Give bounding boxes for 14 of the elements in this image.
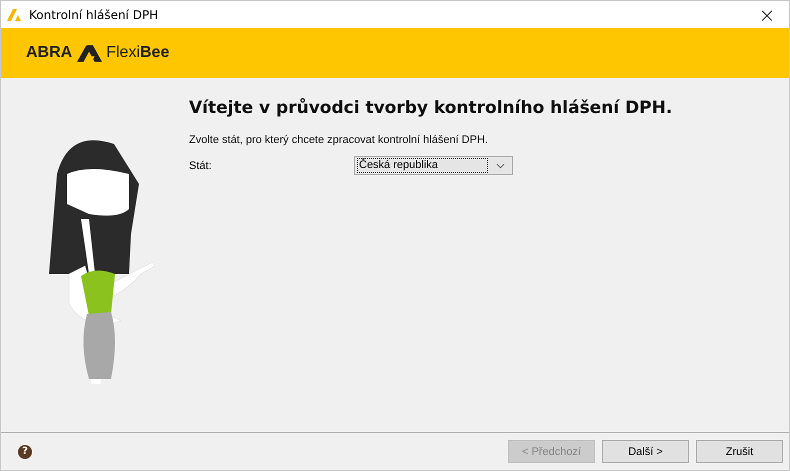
wizard-button[interactable]: Další > xyxy=(602,440,689,463)
country-dropdown[interactable]: Česká republika xyxy=(354,156,513,175)
chevron-down-icon xyxy=(496,162,505,168)
help-icon[interactable]: ? xyxy=(18,444,32,458)
wizard-heading: Vítejte v průvodci tvorby kontrolního hlášení DPH. xyxy=(189,98,672,118)
app-logo-icon xyxy=(7,8,23,20)
window-title: Kontrolní hlášení DPH xyxy=(29,8,160,22)
instruction-text: Zvolte stát, pro který chcete zpracovat kontrolní hlášení DPH. xyxy=(189,134,489,146)
brand-logo-text: ABRA xyxy=(26,44,72,62)
wizard-button[interactable]: Zrušit xyxy=(696,440,783,463)
field-label: Stát: xyxy=(189,160,213,172)
product-logo-text: FlexiBee xyxy=(106,44,170,62)
logo-mark-icon xyxy=(77,44,104,62)
close-button[interactable]: × xyxy=(745,1,789,28)
